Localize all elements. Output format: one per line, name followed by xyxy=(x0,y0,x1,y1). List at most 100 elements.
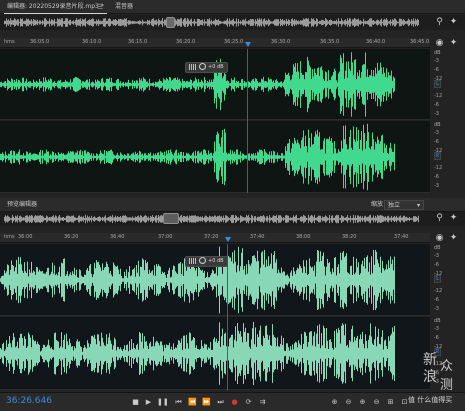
zoom-in-amplitude-icon[interactable]: ⊕ xyxy=(330,397,339,407)
cursor-line-top xyxy=(247,49,248,193)
db-label: -12 xyxy=(434,165,443,171)
db-label: -3 xyxy=(434,111,439,117)
preview-zoom-handle[interactable] xyxy=(163,213,179,224)
channel-toggle-left[interactable]: L xyxy=(434,275,441,283)
ruler-tick: 36:30.0 xyxy=(271,39,291,45)
watermark-brand: 众测 xyxy=(440,359,454,393)
preview-db-scale-left: dB -3 -6 -12 -∞ -12 -6 -3 L xyxy=(430,244,465,316)
ruler-tick: 36:40 xyxy=(110,234,125,240)
playhead-handle[interactable] xyxy=(225,237,231,242)
preview-overview-strip[interactable] xyxy=(0,212,465,226)
db-label: -6 xyxy=(434,174,439,180)
pin-icon[interactable]: ✦ xyxy=(448,213,459,224)
chevron-down-icon: ▾ xyxy=(416,202,420,209)
db-label: -6 xyxy=(434,297,439,303)
db-label: -6 xyxy=(434,67,439,73)
hamburger-icon[interactable]: ☰ xyxy=(97,0,103,14)
zoom-tool-icon[interactable]: ⚲ xyxy=(434,17,445,28)
channel-toggle-right[interactable]: R xyxy=(434,152,441,160)
watermark-site: 值 什么值得买 xyxy=(408,396,453,404)
volume-knob-icon[interactable] xyxy=(199,257,206,264)
level-meter-icon xyxy=(189,257,197,264)
ruler-tick: 36:15.0 xyxy=(128,39,148,45)
overview-zoom-handle[interactable] xyxy=(166,17,175,28)
zoom-out-amplitude-icon[interactable]: ⊖ xyxy=(344,397,353,407)
zoom-in-time-icon[interactable]: ⊕ xyxy=(358,397,367,407)
db-label: -3 xyxy=(434,326,439,332)
stop-icon[interactable]: ■ xyxy=(131,397,140,407)
ruler-tick: 37:40 xyxy=(394,234,409,240)
overview-waveform xyxy=(4,18,419,27)
ruler-tick: 37:40 xyxy=(250,234,265,240)
ruler-tick: 36:25.0 xyxy=(224,39,244,45)
hud-gain-value: +0 dB xyxy=(208,64,224,70)
waveform-channel-left[interactable] xyxy=(0,49,430,120)
transport-bar: 36:26.646 ■ ▶ ❚❚ ⏮ ⏪ ⏩ ⏭ ● ⟳ ⇉ ⊕ ⊖ ⊕ ⊖ ⊞… xyxy=(0,392,465,411)
zoom-full-icon[interactable]: ⊞ xyxy=(386,397,395,407)
db-label: -3 xyxy=(434,306,439,312)
db-label: dB xyxy=(434,122,441,128)
db-scale-left: dB -3 -6 -12 -∞ -12 -6 -3 L xyxy=(430,49,465,120)
editor-panel-header: 编辑器: 20220529录音片段.mp3 * ☰ 混音器 xyxy=(0,0,465,14)
play-icon[interactable]: ▶ xyxy=(144,397,153,407)
zoom-out-time-icon[interactable]: ⊖ xyxy=(372,397,381,407)
ruler-tick: 36:40.0 xyxy=(366,39,386,45)
playhead-handle[interactable] xyxy=(245,42,251,47)
db-label: -12 xyxy=(434,93,443,99)
loop-icon[interactable]: ⟳ xyxy=(244,397,253,407)
ruler-tick: 37:00 xyxy=(158,234,173,240)
waveform-channel-right[interactable] xyxy=(0,121,430,193)
db-label: -6 xyxy=(434,139,439,145)
ruler-tick: 38:20 xyxy=(342,234,357,240)
hud-volume-bottom[interactable]: +0 dB xyxy=(185,256,228,267)
timeline-ruler-bottom[interactable]: hms 36:00 36:20 36:40 37:00 37:20 37:40 … xyxy=(0,233,430,243)
preview-waveform-left[interactable] xyxy=(0,244,430,316)
db-label: -3 xyxy=(434,253,439,259)
ruler-tick: 36:05.0 xyxy=(30,39,50,45)
ruler-tick: 37:20 xyxy=(204,234,219,240)
punch-icon[interactable]: ⇉ xyxy=(258,397,267,407)
audio-editor-window: 编辑器: 20220529录音片段.mp3 * ☰ 混音器 ⚲ ✦ hms 36… xyxy=(0,0,465,411)
skip-back-icon[interactable]: ⏮ xyxy=(174,397,183,407)
settings-icon[interactable]: ◉ xyxy=(434,38,445,49)
preview-panel-title: 预览编辑器 xyxy=(7,201,38,208)
tab-mixer[interactable]: 混音器 xyxy=(112,0,136,14)
watermark-char-2: 浪 xyxy=(423,369,437,385)
db-label: -3 xyxy=(434,183,439,189)
preview-panel-header: 预览编辑器 缩放 独立 ▾ xyxy=(0,198,465,212)
pin-icon[interactable]: ✦ xyxy=(448,38,459,49)
db-label: -6 xyxy=(434,335,439,341)
db-label: dB xyxy=(434,245,441,251)
pause-icon[interactable]: ❚❚ xyxy=(157,397,169,407)
ruler-unit: hms xyxy=(4,234,15,240)
rewind-icon[interactable]: ⏪ xyxy=(188,397,197,407)
volume-knob-icon[interactable] xyxy=(199,63,206,70)
hud-gain-value: +0 dB xyxy=(208,258,224,264)
db-label: -6 xyxy=(434,262,439,268)
zoom-tool-icon[interactable]: ⚲ xyxy=(434,213,445,224)
db-scale-right: dB -3 -6 -12 -∞ -12 -6 -3 R xyxy=(430,121,465,193)
ruler-tick: 36:20 xyxy=(64,234,79,240)
timecode-display: 36:26.646 xyxy=(6,396,52,406)
channel-toggle-left[interactable]: L xyxy=(434,80,441,88)
settings-icon[interactable]: ◉ xyxy=(434,233,445,244)
tab-editor[interactable]: 编辑器: 20220529录音片段.mp3 * xyxy=(4,0,107,14)
pin-icon[interactable]: ✦ xyxy=(448,233,459,244)
db-label: -3 xyxy=(434,58,439,64)
ruler-tick: 36:45.0 xyxy=(410,39,430,45)
db-label: -3 xyxy=(434,130,439,136)
timeline-ruler-top[interactable]: hms 36:05.0 36:10.0 36:15.0 36:20.0 36:2… xyxy=(0,38,430,48)
hud-volume-top[interactable]: +0 dB xyxy=(185,62,228,73)
fast-forward-icon[interactable]: ⏩ xyxy=(202,397,211,407)
record-icon[interactable]: ● xyxy=(230,397,239,407)
preview-waveform-right[interactable] xyxy=(0,317,430,390)
ruler-tick: 36:00 xyxy=(18,234,33,240)
zoom-select[interactable]: 独立 ▾ xyxy=(384,200,424,210)
ruler-unit: hms xyxy=(4,39,15,45)
skip-forward-icon[interactable]: ⏭ xyxy=(216,397,225,407)
ruler-tick: 36:35.0 xyxy=(320,39,340,45)
pin-icon[interactable]: ✦ xyxy=(448,17,459,28)
ruler-tick: 36:10.0 xyxy=(82,39,102,45)
db-label: -6 xyxy=(434,102,439,108)
overview-strip[interactable] xyxy=(0,15,465,30)
